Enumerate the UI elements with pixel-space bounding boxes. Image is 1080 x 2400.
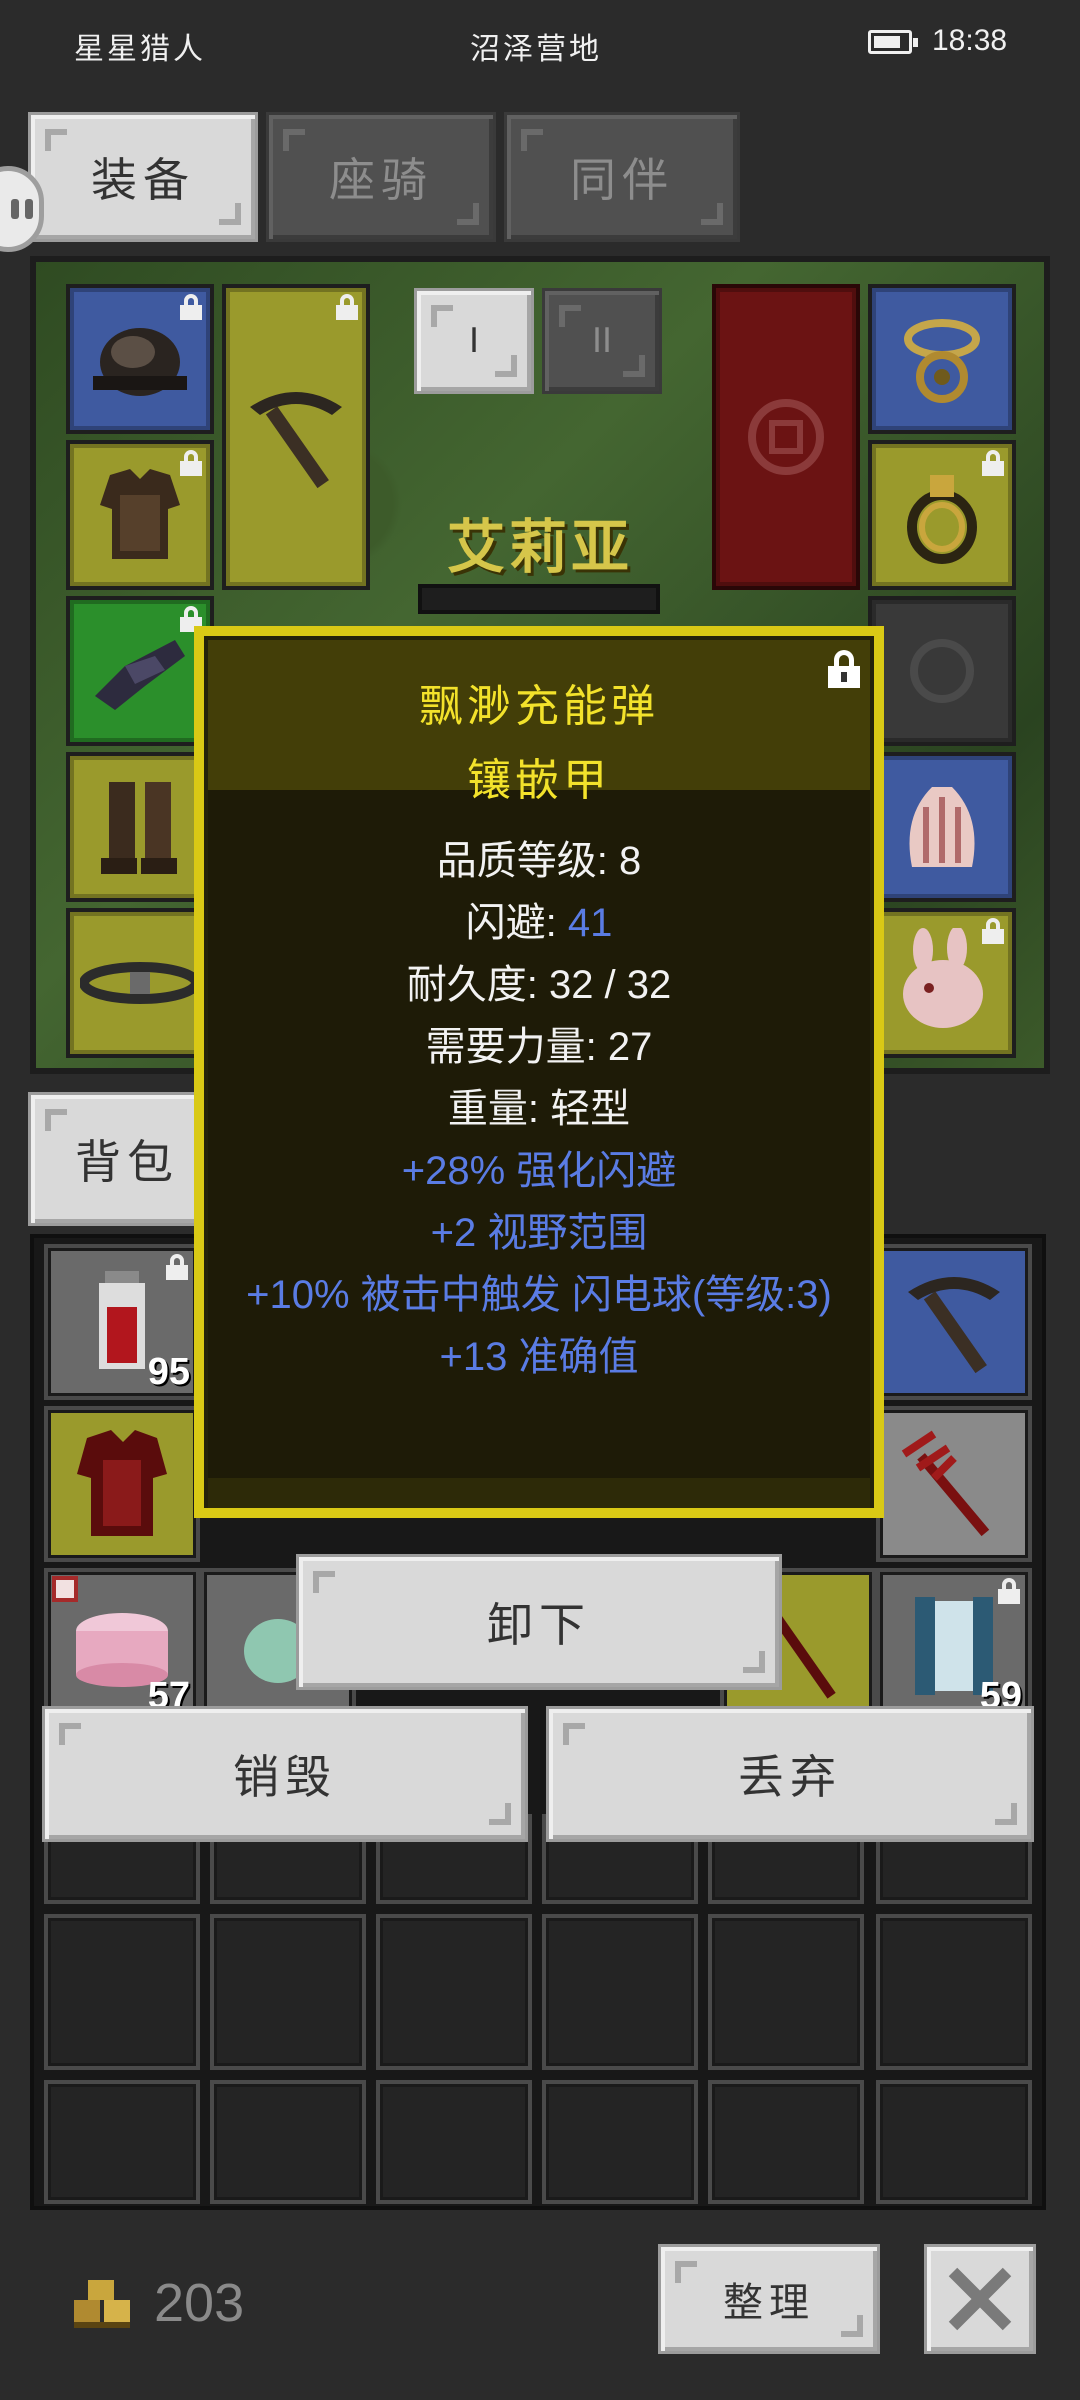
slot-ring-1[interactable] — [868, 440, 1016, 590]
affix-lightning: +10% 被击中触发 闪电球(等级:3) — [246, 1273, 832, 1317]
bag-slot-empty[interactable] — [876, 2080, 1032, 2204]
gold-amount: 203 — [154, 2273, 245, 2333]
potion-icon — [99, 1271, 145, 1369]
tooltip-footer — [208, 1478, 870, 1508]
pickaxe-icon — [908, 1277, 1000, 1374]
stat-required-strength: 需要力量: 27 — [425, 1025, 653, 1069]
character-name: 艾莉亚 — [446, 513, 633, 581]
slot-body-armor[interactable] — [66, 440, 214, 590]
location-title: 沼泽营地 — [470, 32, 602, 67]
bag-slot-empty[interactable] — [542, 1914, 698, 2070]
bag-slot-empty[interactable] — [542, 2080, 698, 2204]
slot-helmet[interactable] — [66, 284, 214, 434]
tab-equipment-label: 装备 — [91, 153, 195, 207]
lock-icon — [166, 1254, 188, 1280]
clock: 18:38 — [932, 24, 1008, 57]
stat-durability: 耐久度: 32 / 32 — [406, 963, 672, 1007]
status-bar: 星星猎人 沼泽营地 18:38 — [0, 0, 1080, 90]
pickaxe-icon — [250, 392, 342, 489]
sort-label: 整理 — [723, 2280, 815, 2326]
tab-mount[interactable]: 座骑 — [266, 112, 496, 242]
tab-bag-label: 背包 — [75, 1135, 179, 1189]
slot-accessory-1[interactable] — [868, 752, 1016, 902]
tab-companion-label: 同伴 — [570, 153, 674, 207]
bag-slot-empty[interactable] — [210, 2080, 366, 2204]
loadout-2-label: II — [591, 321, 613, 361]
slot-ring-2[interactable] — [868, 596, 1016, 746]
battery-icon — [868, 30, 918, 54]
item-count: 95 — [147, 1351, 190, 1393]
loadout-1-button[interactable]: I — [414, 288, 534, 394]
loadout-1-label: I — [468, 321, 480, 361]
lock-icon — [982, 450, 1004, 476]
bag-slot-empty[interactable] — [210, 1914, 366, 2070]
unequip-label: 卸下 — [487, 1598, 591, 1652]
boots-icon — [101, 782, 177, 874]
tab-bag[interactable]: 背包 — [28, 1092, 208, 1226]
slot-pet[interactable] — [868, 908, 1016, 1058]
lock-icon — [336, 294, 358, 320]
bag-slot-empty[interactable] — [376, 2080, 532, 2204]
item-type: 镶嵌甲 — [467, 755, 611, 806]
stat-quality-level: 品质等级: 8 — [436, 839, 642, 883]
slot-amulet[interactable] — [868, 284, 1016, 434]
tab-mount-label: 座骑 — [329, 153, 433, 207]
loadout-2-button[interactable]: II — [542, 288, 662, 394]
bag-slot-empty[interactable] — [44, 2080, 200, 2204]
bag-slot-empty[interactable] — [376, 1914, 532, 2070]
bag-slot-potion[interactable]: 95 — [44, 1244, 200, 1400]
bag-slot-trident[interactable] — [876, 1406, 1032, 1562]
bag-slot-scroll[interactable]: 59 — [876, 1568, 1032, 1724]
character-level-bar — [418, 584, 660, 614]
gold-coins-icon — [74, 2280, 130, 2328]
gloves-icon — [95, 640, 185, 710]
close-button[interactable] — [924, 2244, 1036, 2354]
slot-gloves[interactable] — [66, 596, 214, 746]
bag-slot-empty[interactable] — [876, 1914, 1032, 2070]
helmet-icon — [93, 328, 187, 396]
stat-weight: 重量: 轻型 — [447, 1087, 631, 1131]
affix-vision: +2 视野范围 — [430, 1211, 648, 1255]
bag-slot-empty[interactable] — [708, 2080, 864, 2204]
slot-boots[interactable] — [66, 752, 214, 902]
red-armor-icon — [77, 1430, 167, 1536]
rabbit-icon — [903, 928, 983, 1028]
destroy-label: 销毁 — [233, 1750, 337, 1804]
trident-icon — [901, 1430, 990, 1537]
bag-slot-empty[interactable] — [44, 1914, 200, 2070]
empty-ring-icon — [910, 639, 974, 703]
slot-weapon[interactable] — [222, 284, 370, 590]
slot-belt[interactable] — [66, 908, 214, 1058]
belt-icon — [80, 962, 200, 1004]
bag-slot-empty[interactable] — [708, 1914, 864, 2070]
bag-slot-red-armor[interactable] — [44, 1406, 200, 1562]
discard-label: 丢弃 — [738, 1750, 842, 1804]
tab-companion[interactable]: 同伴 — [504, 112, 740, 242]
ring-icon — [907, 475, 977, 564]
destroy-button[interactable]: 销毁 — [42, 1706, 528, 1842]
unequip-button[interactable]: 卸下 — [296, 1554, 782, 1690]
shield-placeholder-icon — [748, 399, 824, 475]
affix-evasion: +28% 强化闪避 — [401, 1149, 677, 1193]
app-title: 星星猎人 — [74, 32, 206, 67]
bag-slot-cake[interactable]: 57 — [44, 1568, 200, 1724]
new-item-icon — [52, 1576, 78, 1602]
stat-evasion: 闪避: 41 — [465, 901, 613, 945]
close-icon — [948, 2267, 1012, 2331]
lock-icon — [998, 1578, 1020, 1604]
tab-equipment[interactable]: 装备 — [28, 112, 258, 242]
bag-slot-pickaxe[interactable] — [876, 1244, 1032, 1400]
affix-accuracy: +13 准确值 — [439, 1335, 639, 1379]
item-name: 飘渺充能弹 — [419, 681, 659, 732]
amulet-icon — [904, 319, 980, 403]
slot-offhand[interactable] — [712, 284, 860, 590]
discard-button[interactable]: 丢弃 — [546, 1706, 1034, 1842]
sort-button[interactable]: 整理 — [658, 2244, 880, 2354]
studded-armor-icon — [100, 469, 180, 559]
item-tooltip: 飘渺充能弹 镶嵌甲 品质等级: 8 闪避: 41 耐久度: 32 / 32 需要… — [194, 626, 884, 1518]
wings-icon — [909, 787, 975, 867]
